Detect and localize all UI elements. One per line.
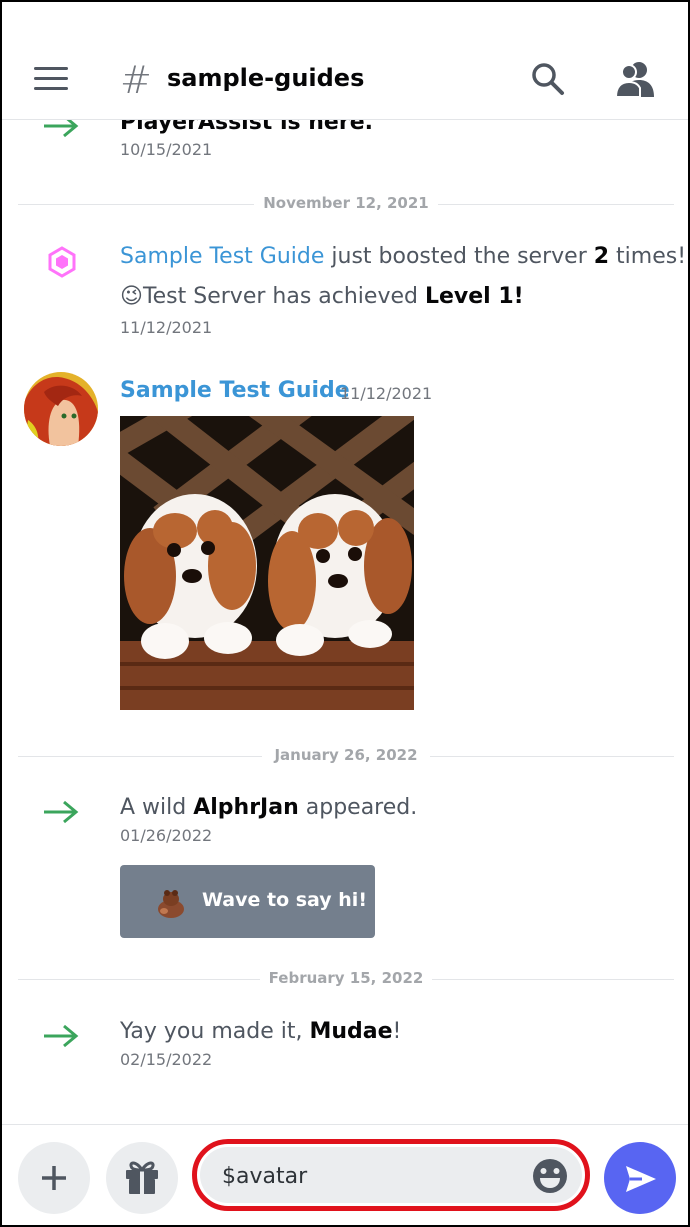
date-divider-label: November 12, 2021 (263, 194, 429, 212)
search-icon[interactable] (530, 61, 566, 97)
wink-emoji: 😉 (120, 284, 143, 309)
message-input-container[interactable] (200, 1147, 582, 1203)
message-author[interactable]: Sample Test Guide (120, 378, 350, 403)
hamburger-menu-icon[interactable] (34, 64, 70, 92)
message-timestamp: 11/12/2021 (120, 318, 213, 337)
avatar[interactable] (24, 372, 98, 446)
boost-level-text: 😉Test Server has achieved Level 1! (120, 284, 524, 309)
welcome-user-link[interactable]: Mudae (309, 1019, 392, 1044)
send-button[interactable] (604, 1142, 676, 1214)
emoji-picker-icon[interactable] (530, 1156, 570, 1196)
boost-message-text: Sample Test Guide just boosted the serve… (120, 244, 687, 269)
date-divider: February 15, 2022 (18, 969, 674, 989)
wave-to-say-hi-button[interactable]: Wave to say hi! (120, 865, 375, 938)
welcome-message-text: Yay you made it, Mudae! (120, 1019, 402, 1044)
boost-user-link[interactable]: Sample Test Guide (120, 244, 324, 269)
message-timestamp: 10/15/2021 (120, 140, 213, 159)
puppies-image[interactable] (120, 416, 414, 710)
wave-sticker-icon (158, 890, 184, 918)
message-timestamp: 11/12/2021 (340, 384, 433, 403)
add-attachment-button[interactable] (18, 1142, 90, 1214)
send-icon (626, 1166, 656, 1192)
boost-gem-icon (48, 246, 76, 278)
plus-icon (42, 1166, 66, 1190)
message-input[interactable] (222, 1161, 512, 1191)
message-input-highlight (192, 1139, 590, 1211)
message-timestamp: 01/26/2022 (120, 826, 213, 845)
app-frame: # sample-guides PlayerAssist is here. 10… (0, 0, 690, 1227)
date-divider-label: February 15, 2022 (268, 969, 424, 987)
welcome-arrow-icon (44, 800, 79, 824)
welcome-user-link[interactable]: AlphrJan (193, 795, 299, 820)
welcome-arrow-icon (44, 1024, 79, 1048)
message-timestamp: 02/15/2022 (120, 1050, 213, 1069)
hash-icon: # (120, 58, 152, 102)
date-divider-label: January 26, 2022 (274, 746, 418, 764)
welcome-message-text: A wild AlphrJan appeared. (120, 795, 418, 820)
channel-header: # sample-guides (2, 2, 688, 120)
gift-button[interactable] (106, 1142, 178, 1214)
members-icon[interactable] (614, 61, 658, 99)
wave-button-label: Wave to say hi! (202, 889, 367, 911)
message-list[interactable]: PlayerAssist is here. 10/15/2021 Novembe… (2, 102, 688, 1124)
date-divider: January 26, 2022 (18, 746, 674, 766)
message-composer (2, 1124, 688, 1225)
date-divider: November 12, 2021 (18, 194, 674, 214)
gift-icon (126, 1161, 158, 1194)
channel-name: sample-guides (167, 64, 365, 92)
